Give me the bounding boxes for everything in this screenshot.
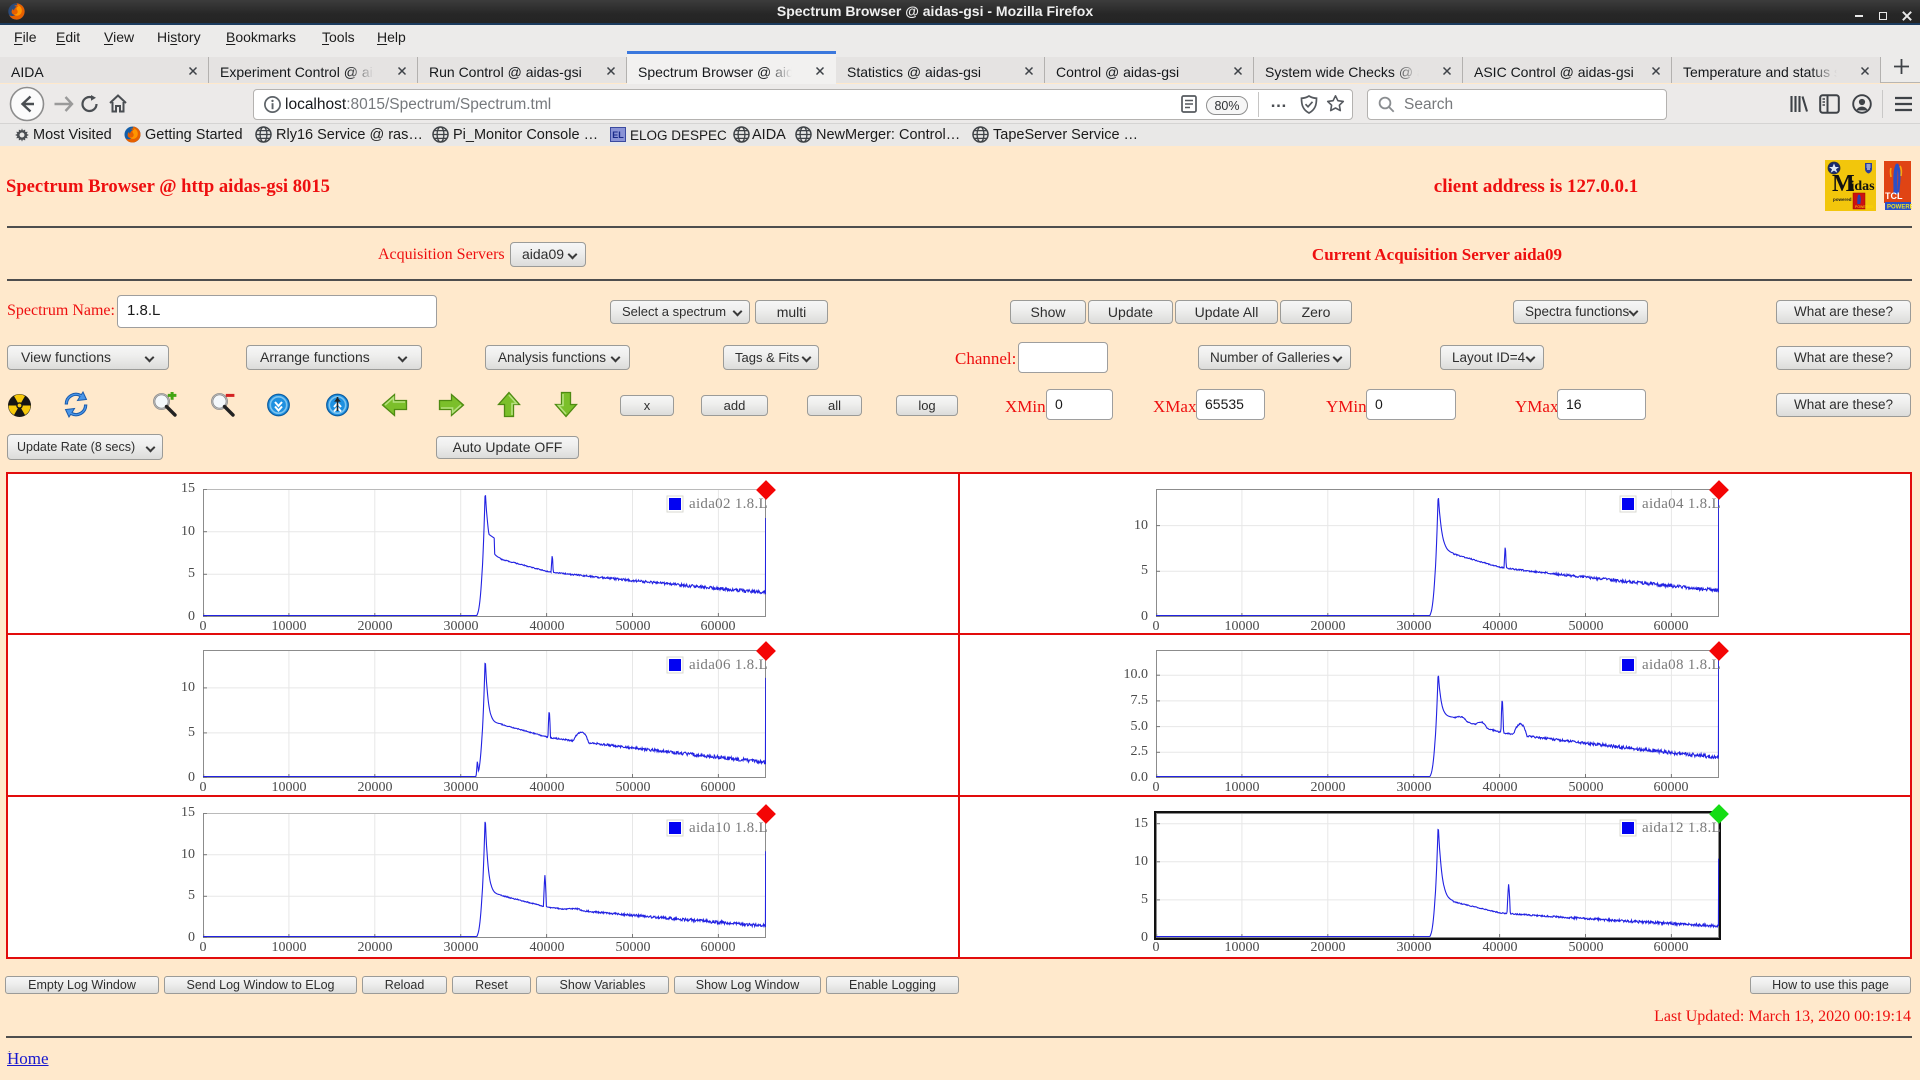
svg-text:POWERED: POWERED — [1855, 205, 1874, 209]
svg-text:POWERED: POWERED — [1887, 205, 1912, 211]
svg-text:TCL: TCL — [1885, 191, 1903, 201]
svg-text:idas: idas — [1851, 179, 1876, 194]
